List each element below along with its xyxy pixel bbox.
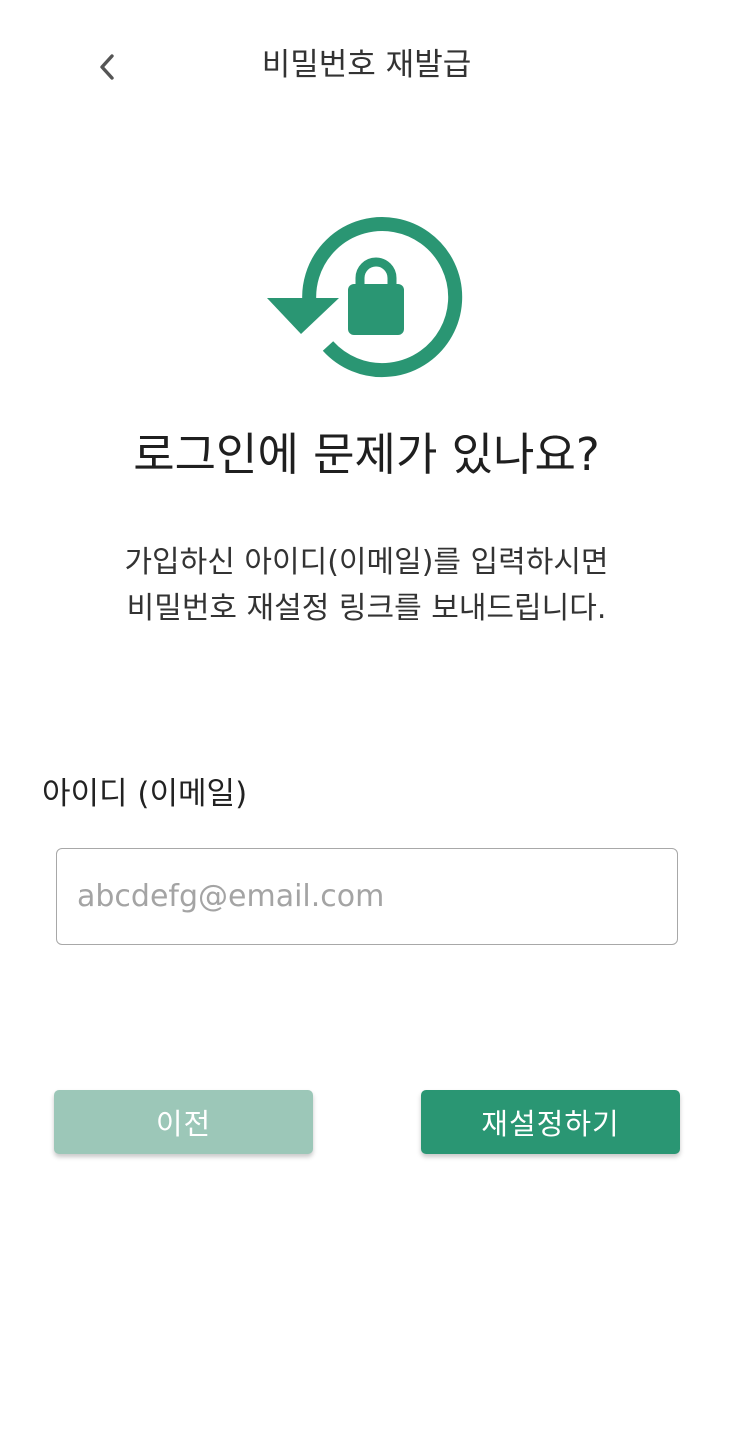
email-field-label: 아이디 (이메일): [42, 776, 248, 812]
description-line-1: 가입하신 아이디(이메일)를 입력하시면: [124, 545, 609, 580]
page-title: 비밀번호 재발급: [261, 47, 472, 83]
prev-button[interactable]: 이전: [54, 1090, 313, 1154]
description: 가입하신 아이디(이메일)를 입력하시면 비밀번호 재설정 링크를 보내드립니다…: [0, 540, 733, 632]
description-line-2: 비밀번호 재설정 링크를 보내드립니다.: [126, 591, 607, 626]
reset-password-button[interactable]: 재설정하기: [421, 1090, 680, 1154]
lock-reset-icon: [262, 210, 466, 388]
email-field[interactable]: [56, 848, 678, 945]
headline: 로그인에 문제가 있나요?: [133, 428, 600, 481]
app-header: 비밀번호 재발급: [0, 0, 733, 130]
